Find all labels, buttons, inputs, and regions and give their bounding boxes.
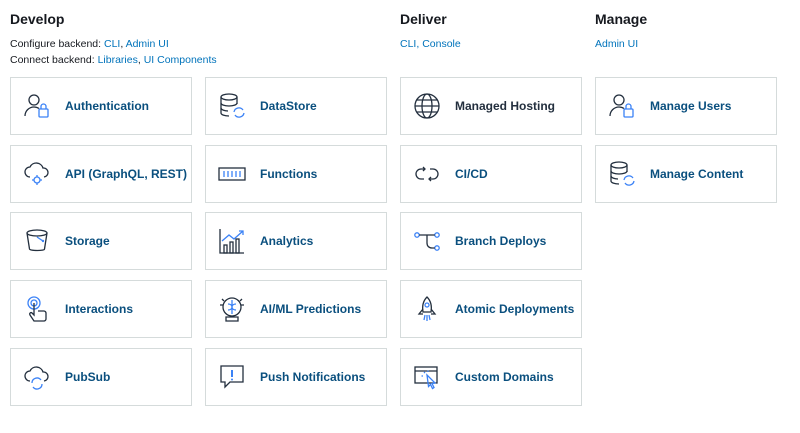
card-api[interactable]: API (GraphQL, REST) bbox=[10, 145, 192, 203]
manage-admin-ui-link[interactable]: Admin UI bbox=[595, 38, 638, 50]
configure-admin-ui-link[interactable]: Admin UI bbox=[126, 38, 169, 50]
card-manage-users[interactable]: Manage Users bbox=[595, 77, 777, 135]
card-label-push-notifications: Push Notifications bbox=[260, 370, 366, 384]
card-interactions[interactable]: Interactions bbox=[10, 280, 192, 338]
card-pubsub[interactable]: PubSub bbox=[10, 348, 192, 406]
card-label-datastore: DataStore bbox=[260, 99, 317, 113]
branch-icon bbox=[413, 227, 441, 255]
card-label-ci-cd: CI/CD bbox=[455, 167, 488, 181]
card-atomic-deployments[interactable]: Atomic Deployments bbox=[400, 280, 582, 338]
notification-icon bbox=[218, 363, 246, 391]
card-push-notifications[interactable]: Push Notifications bbox=[205, 348, 387, 406]
card-label-manage-users: Manage Users bbox=[650, 99, 732, 113]
card-datastore[interactable]: DataStore bbox=[205, 77, 387, 135]
card-label-custom-domains: Custom Domains bbox=[455, 370, 554, 384]
cloud-sync-icon bbox=[23, 363, 51, 391]
card-label-functions: Functions bbox=[260, 167, 318, 181]
card-label-managed-hosting: Managed Hosting bbox=[455, 99, 556, 113]
cicd-icon bbox=[413, 160, 441, 188]
card-functions[interactable]: Functions bbox=[205, 145, 387, 203]
deliver-links-line: CLI, Console bbox=[400, 38, 461, 50]
card-custom-domains[interactable]: Custom Domains bbox=[400, 348, 582, 406]
card-label-storage: Storage bbox=[65, 234, 110, 248]
connect-libraries-link[interactable]: Libraries bbox=[98, 54, 138, 66]
develop-title: Develop bbox=[10, 11, 65, 27]
card-label-ai-ml-predictions: AI/ML Predictions bbox=[260, 302, 362, 316]
card-ai-ml-predictions[interactable]: AI/ML Predictions bbox=[205, 280, 387, 338]
card-authentication[interactable]: Authentication bbox=[10, 77, 192, 135]
manage-links-line: Admin UI bbox=[595, 38, 638, 50]
deliver-cli-link[interactable]: CLI bbox=[400, 38, 416, 50]
configure-cli-link[interactable]: CLI bbox=[104, 38, 120, 50]
touch-icon bbox=[23, 295, 51, 323]
analytics-icon bbox=[218, 227, 246, 255]
card-label-atomic-deployments: Atomic Deployments bbox=[455, 302, 575, 316]
card-storage[interactable]: Storage bbox=[10, 212, 192, 270]
card-manage-content[interactable]: Manage Content bbox=[595, 145, 777, 203]
card-branch-deploys[interactable]: Branch Deploys bbox=[400, 212, 582, 270]
database-sync-icon bbox=[218, 92, 246, 120]
user-lock-icon bbox=[608, 92, 636, 120]
card-label-interactions: Interactions bbox=[65, 302, 134, 316]
manage-title: Manage bbox=[595, 11, 648, 27]
configure-backend-prefix: Configure backend: bbox=[10, 38, 104, 50]
configure-backend-line: Configure backend: CLI, Admin UI bbox=[10, 38, 169, 50]
bucket-icon bbox=[23, 227, 51, 255]
card-label-api: API (GraphQL, REST) bbox=[65, 167, 188, 181]
card-label-analytics: Analytics bbox=[260, 234, 314, 248]
cloud-gear-icon bbox=[23, 160, 51, 188]
connect-ui-components-link[interactable]: UI Components bbox=[144, 54, 217, 66]
rocket-icon bbox=[413, 295, 441, 323]
card-managed-hosting[interactable]: Managed Hosting bbox=[400, 77, 582, 135]
deliver-console-link[interactable]: Console bbox=[422, 38, 461, 50]
card-label-pubsub: PubSub bbox=[65, 370, 111, 384]
brain-icon bbox=[218, 295, 246, 323]
connect-backend-line: Connect backend: Libraries, UI Component… bbox=[10, 54, 217, 66]
database-sync-icon bbox=[608, 160, 636, 188]
card-analytics[interactable]: Analytics bbox=[205, 212, 387, 270]
card-ci-cd[interactable]: CI/CD bbox=[400, 145, 582, 203]
domain-cursor-icon bbox=[413, 363, 441, 391]
user-lock-icon bbox=[23, 92, 51, 120]
function-icon bbox=[218, 160, 246, 188]
card-label-authentication: Authentication bbox=[65, 99, 149, 113]
globe-icon bbox=[413, 92, 441, 120]
card-label-branch-deploys: Branch Deploys bbox=[455, 234, 547, 248]
connect-backend-prefix: Connect backend: bbox=[10, 54, 98, 66]
card-label-manage-content: Manage Content bbox=[650, 167, 744, 181]
deliver-title: Deliver bbox=[400, 11, 447, 27]
